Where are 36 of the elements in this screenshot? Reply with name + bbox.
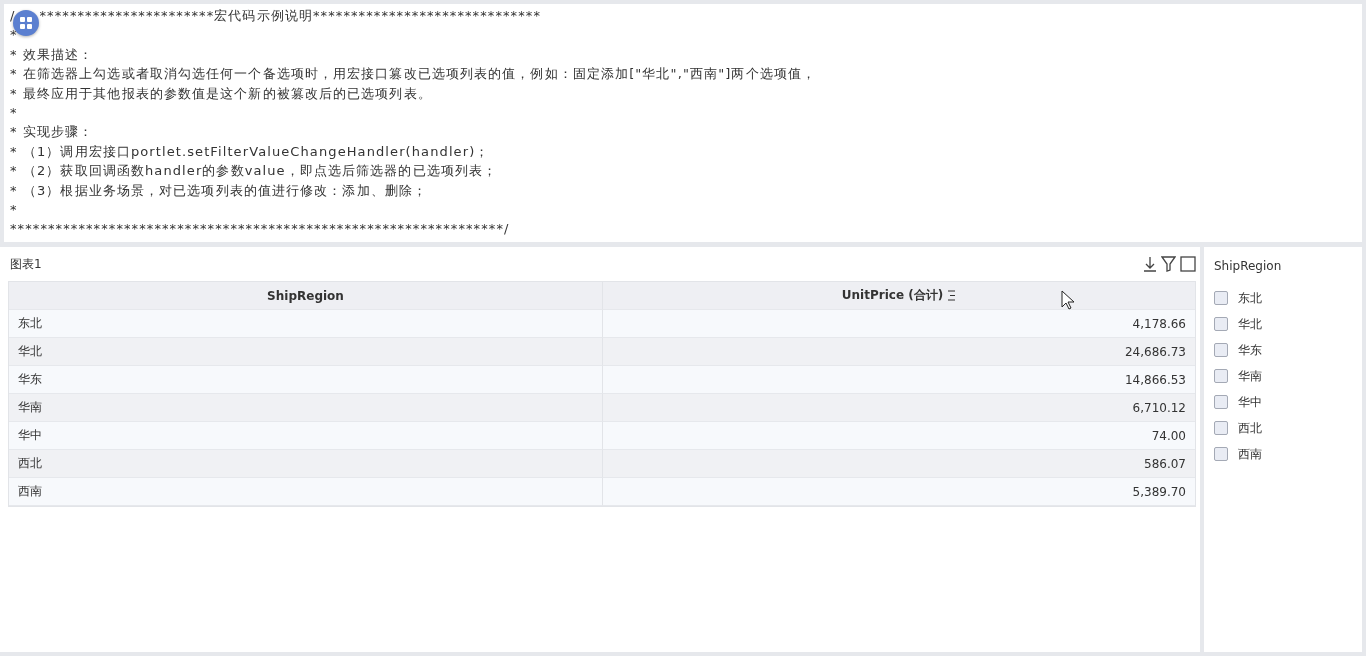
chart-title: 图表1 — [9, 255, 42, 273]
comment-text: * 效果描述： — [10, 45, 95, 64]
checkbox[interactable] — [1214, 421, 1228, 435]
checkbox[interactable] — [1214, 369, 1228, 383]
filter-title: ShipRegion — [1214, 259, 1283, 273]
sort-icon[interactable] — [948, 290, 957, 301]
checkbox[interactable] — [1214, 447, 1228, 461]
checkbox[interactable] — [1214, 291, 1228, 305]
table-cell: 西南 — [9, 478, 603, 506]
option-label[interactable]: 西南 — [1238, 445, 1262, 463]
comment-text: * （3）根据业务场景，对已选项列表的值进行修改：添加、删除； — [10, 181, 428, 200]
comment-text: * 在筛选器上勾选或者取消勾选任何一个备选项时，用宏接口篡改已选项列表的值，例如：固定添加["华北","西南"]两个选项值， — [10, 65, 818, 84]
download-icon[interactable] — [1143, 256, 1157, 272]
checkbox[interactable] — [1214, 317, 1228, 331]
option-label[interactable]: 华东 — [1238, 341, 1262, 359]
option-label[interactable]: 华北 — [1238, 315, 1262, 333]
option-label[interactable]: 西北 — [1238, 419, 1262, 437]
checkbox[interactable] — [1214, 395, 1228, 409]
checkbox[interactable] — [1214, 343, 1228, 357]
option-label[interactable]: 华中 — [1238, 393, 1262, 411]
comment-text: * （1）调用宏接口portlet.setFilterValueChangeHandler(handler)； — [10, 142, 491, 161]
filter-icon[interactable] — [1161, 256, 1176, 272]
comment-text: / — [10, 7, 16, 25]
option-label[interactable]: 华南 — [1238, 367, 1262, 385]
comment-text: * — [10, 103, 19, 122]
comment-text: * （2）获取回调函数handler的参数value，即点选后筛选器的已选项列表； — [10, 162, 499, 181]
column-header[interactable]: UnitPrice (合计) — [841, 287, 944, 304]
comment-text: * — [10, 200, 19, 219]
comment-text: * 最终应用于其他报表的参数值是这个新的被篡改后的已选项列表。 — [10, 84, 433, 103]
comment-text: *****************************************************************/ — [10, 220, 511, 239]
comment-text: ***********************宏代码示例说明****************************** — [39, 7, 541, 25]
comment-text: * 实现步骤： — [10, 123, 95, 142]
option-label[interactable]: 东北 — [1238, 289, 1262, 307]
comment-text: * — [10, 26, 19, 45]
maximize-icon[interactable] — [1180, 256, 1196, 272]
table-cell: 5,389.70 — [603, 478, 1195, 506]
